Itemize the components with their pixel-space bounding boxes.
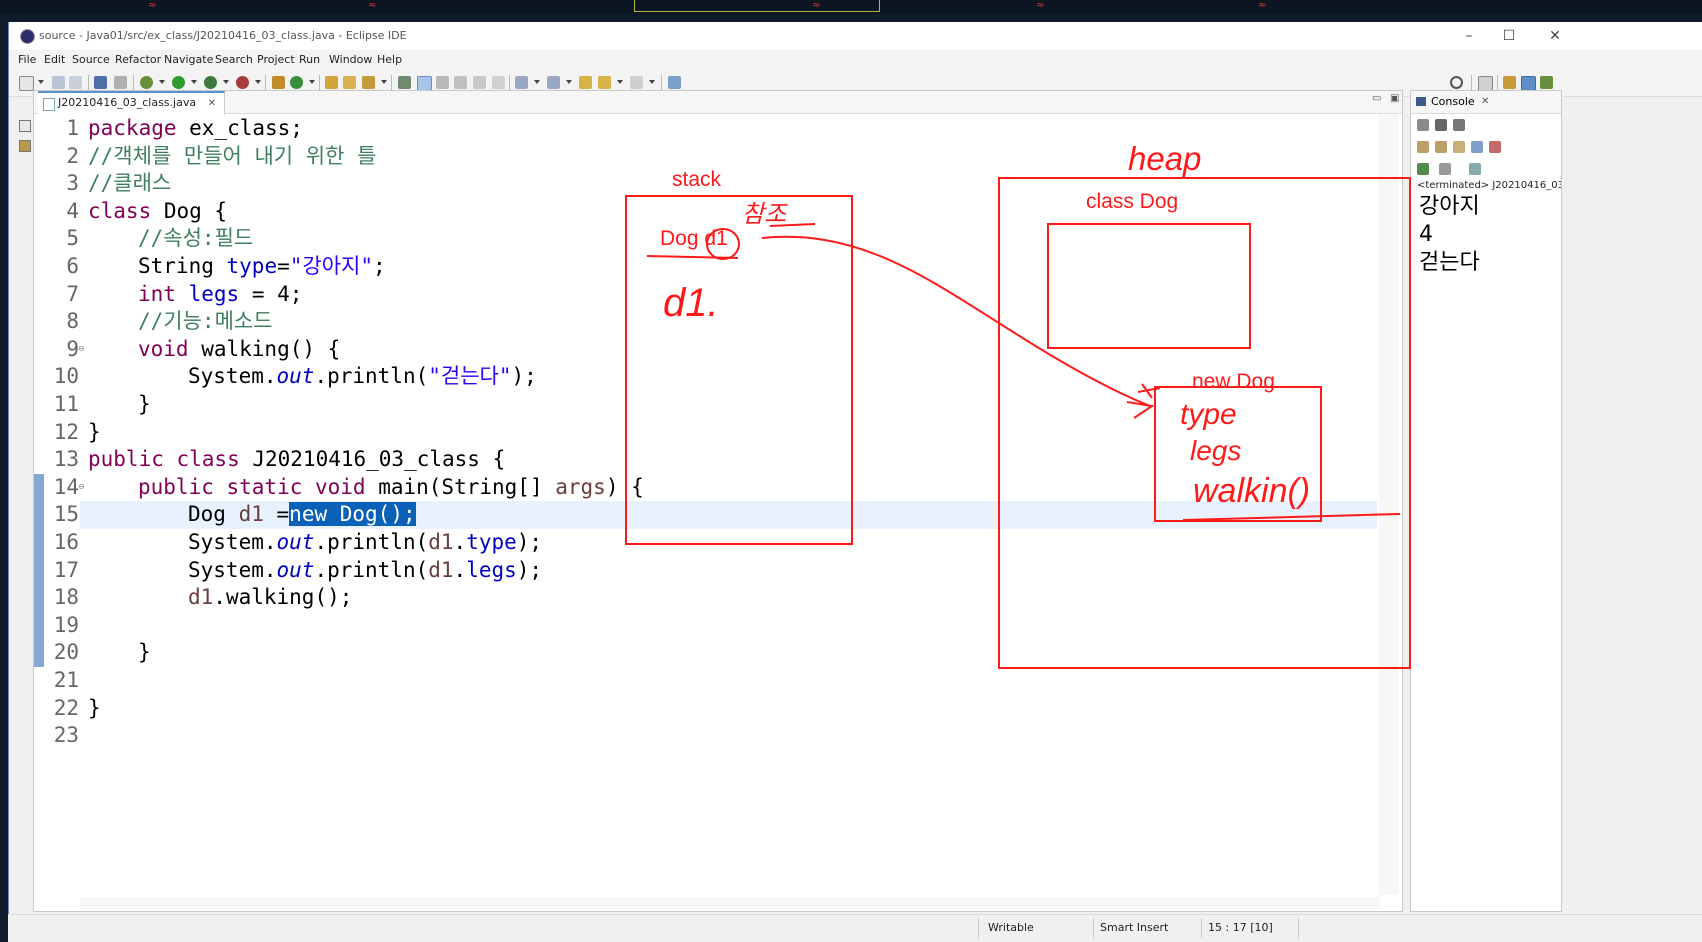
class-dog-box [1047,223,1251,349]
d1-underline [646,255,739,259]
annotation-overlay: stack heap class Dog new Dog Dog d1 참조 d… [625,140,1411,669]
arrow-head-icon [1126,401,1155,419]
class-dog-label: class Dog [1086,190,1178,213]
ref-label: 참조 [742,201,788,228]
heap-label: heap [1128,140,1201,177]
stack-label: stack [672,168,722,191]
type-note: type [1180,398,1237,431]
reference-arrow [761,235,1151,407]
legs-note: legs [1190,435,1241,466]
walking-underline [1182,513,1401,521]
walking-note: walkin() [1193,472,1310,510]
new-dog-label: new Dog [1192,370,1275,393]
d1-note: d1. [663,281,719,325]
dog-d1-label: Dog d1 [660,227,728,250]
